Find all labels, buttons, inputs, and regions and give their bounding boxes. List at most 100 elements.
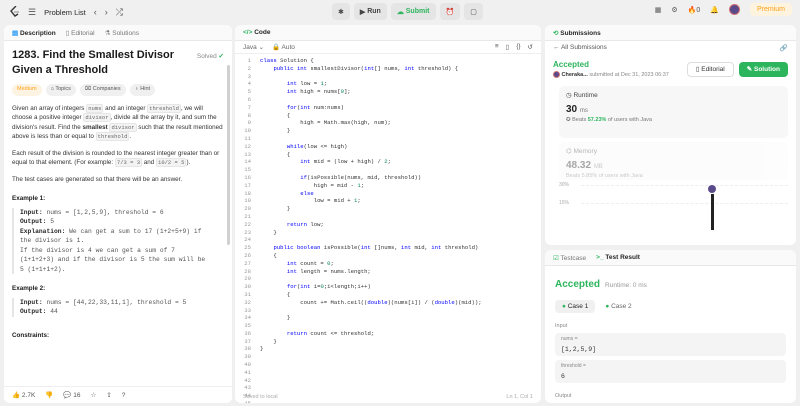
premium-button[interactable]: Premium (749, 3, 792, 16)
hint-tag[interactable]: ♁ Hint (129, 84, 156, 96)
constraints-title: Constraints: (12, 331, 50, 339)
input-label: Input (555, 323, 568, 329)
test-result-content: Accepted Runtime: 0 ms ● Case 1 ● Case 2 … (545, 266, 796, 403)
difficulty-badge[interactable]: Medium (12, 84, 42, 96)
lock-icon: ⌧ (84, 86, 93, 92)
avatar[interactable] (728, 4, 740, 15)
arrow-left-icon: ← (553, 44, 561, 51)
tab-solutions[interactable]: ⚗ Solutions (105, 29, 139, 37)
timer-button[interactable]: ⏰ (439, 3, 461, 20)
submission-summary: Accepted Cheraka... submitted at Dec 31,… (545, 54, 796, 78)
share-icon[interactable]: ⇪ (106, 391, 111, 399)
chevron-down-icon: ⌄ (258, 44, 264, 51)
notification-icon[interactable]: 🔔 (710, 6, 719, 14)
like-button[interactable]: 👍 2.7K (12, 391, 35, 399)
editorial-button[interactable]: ▯ Editorial (686, 61, 734, 77)
dislike-button[interactable]: 👎 (45, 391, 53, 399)
submit-button[interactable]: ☁ Submit (390, 3, 436, 20)
back-to-all-submissions[interactable]: ← All Submissions (553, 44, 607, 51)
list-icon[interactable]: ☰ (28, 7, 36, 18)
gridline (581, 185, 788, 186)
comments-button[interactable]: 💬 16 (63, 391, 80, 399)
threshold-input-box: threshold = 6 (555, 360, 786, 383)
edit-icon: ✎ (746, 66, 754, 73)
description-panel: ▤ Description ▯ Editorial ⚗ Solutions 12… (4, 25, 232, 403)
example-1-block: Input: nums = [1,2,5,9], threshold = 6 O… (12, 207, 224, 274)
debug-button[interactable]: ✱ (332, 3, 350, 20)
bookmark-icon[interactable]: ▯ (506, 43, 510, 51)
run-button[interactable]: ▶ Run (353, 3, 387, 20)
description-footer: 👍 2.7K 👎 💬 16 ☆ ⇪ ? (4, 386, 232, 403)
cursor-position: Ln 1, Col 1 (506, 394, 533, 400)
memory-card[interactable]: ⌬ Memory 48.32 MB Beats 5.85% of users w… (559, 142, 788, 180)
code-icon: </> (243, 29, 255, 36)
gridline (581, 203, 788, 204)
code-text[interactable]: class Solution { public int smallestDivi… (255, 57, 482, 403)
solved-status: Solved ✔ (196, 53, 224, 60)
help-icon[interactable]: ? (122, 392, 126, 399)
description-paragraph: Given an array of integers nums and an i… (12, 103, 223, 141)
runtime-card[interactable]: ◷ Runtime 30 ms ✪ Beats 57.23% of users … (559, 86, 788, 138)
braces-icon[interactable]: {} (516, 43, 520, 51)
example-2-block: Input: nums = [44,22,33,11,1], threshold… (12, 297, 224, 317)
next-problem-icon[interactable]: › (105, 7, 108, 17)
link-icon[interactable]: 🔗 (780, 44, 788, 52)
code-status-bar: Saved to local Ln 1, Col 1 (235, 391, 541, 403)
terminal-icon: >_ (596, 254, 606, 261)
tab-description[interactable]: ▤ Description (12, 29, 56, 37)
settings-icon[interactable]: ⚙ (671, 6, 677, 14)
code-panel: </> Code Java ⌄ 🔒 Auto ≡ ▯ {} ↺ 1 2 3 4 … (235, 25, 541, 403)
comment-icon: 💬 (63, 392, 72, 399)
result-runtime: Runtime: 0 ms (605, 282, 647, 289)
user-position-marker (707, 184, 717, 194)
document-icon: ▤ (12, 29, 20, 37)
submission-author: Cheraka... submitted at Dec 31, 2023 06:… (553, 71, 669, 78)
rounding-paragraph: Each result of the division is rounded t… (12, 149, 220, 167)
case-2-tab[interactable]: ● Case 2 (605, 303, 631, 310)
case-tabs: ● Case 1 ● Case 2 (555, 300, 786, 313)
submission-status: Accepted (553, 60, 590, 69)
checkbox-icon: ☑ (553, 254, 561, 262)
streak-count: 0 (696, 6, 701, 14)
nums-input-box: nums = [1,2,5,9] (555, 333, 786, 356)
avatar (553, 71, 560, 78)
line-numbers: 1 2 3 4 5 6 7 8 9 10 11 12 13 14 15 16 1… (244, 57, 251, 403)
result-status: Accepted (555, 279, 601, 290)
tab-test-result[interactable]: >_ Test Result (596, 254, 640, 261)
auto-complete-toggle[interactable]: 🔒 Auto (272, 43, 295, 51)
note-icon: ▢ (470, 8, 477, 16)
code-editor[interactable]: 1 2 3 4 5 6 7 8 9 10 11 12 13 14 15 16 1… (235, 54, 541, 403)
lock-icon: 🔒 (272, 44, 281, 51)
play-icon: ▶ (359, 8, 368, 16)
format-icon[interactable]: ≡ (495, 43, 499, 51)
description-tabs: ▤ Description ▯ Editorial ⚗ Solutions (4, 25, 232, 41)
output-label: Output (555, 393, 572, 399)
case-1-tab[interactable]: ● Case 1 (555, 300, 596, 313)
notes-button[interactable]: ▢ (464, 3, 483, 20)
topics-tag[interactable]: ⌂ Topics (45, 84, 76, 96)
problem-title: 1283. Find the Smallest Divisor Given a … (12, 49, 175, 76)
bug-icon: ✱ (338, 8, 344, 16)
layout-icon[interactable]: ▦ (655, 6, 662, 14)
tab-testcase[interactable]: ☑ Testcase (553, 254, 586, 262)
alarm-icon: ⏰ (445, 8, 455, 16)
guarantee-paragraph: The test cases are generated so that the… (12, 175, 183, 183)
problem-list-link[interactable]: Problem List (44, 8, 86, 17)
testcase-tabs: ☑ Testcase >_ Test Result (545, 250, 796, 266)
favorite-icon[interactable]: ☆ (91, 391, 97, 399)
reset-icon[interactable]: ↺ (528, 43, 533, 51)
fire-icon[interactable]: 🔥0 (688, 6, 701, 14)
top-bar: ☰ Problem List ‹ › ⤮ ✱ ▶ Run ☁ Submit ⏰ … (0, 0, 800, 24)
companies-tag[interactable]: ⌧ Companies (79, 84, 126, 96)
check-icon: ✔ (218, 53, 224, 60)
solution-button[interactable]: ✎ Solution (738, 61, 788, 77)
testcase-panel: ☑ Testcase >_ Test Result Accepted Runtim… (545, 250, 796, 403)
prev-problem-icon[interactable]: ‹ (94, 7, 97, 17)
chart-tick-bottom: 15% (559, 200, 570, 206)
shuffle-icon[interactable]: ⤮ (116, 7, 123, 18)
chart-tick-top: 30% (559, 182, 570, 188)
description-scrollbar[interactable] (227, 65, 230, 245)
language-select[interactable]: Java ⌄ (243, 43, 264, 51)
tab-editorial[interactable]: ▯ Editorial (66, 29, 95, 37)
leetcode-logo[interactable] (10, 6, 20, 18)
